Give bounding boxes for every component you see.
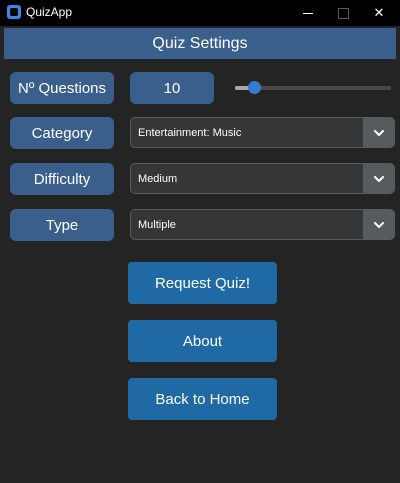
category-dropdown-button[interactable]: [363, 118, 394, 147]
type-dropdown[interactable]: Multiple: [130, 209, 395, 240]
app-icon: [7, 5, 21, 19]
close-icon: ✕: [373, 5, 385, 21]
type-label: Type: [10, 209, 114, 241]
questions-label: Nº Questions: [10, 72, 114, 104]
chevron-down-icon: [373, 175, 384, 182]
difficulty-dropdown-button[interactable]: [363, 164, 394, 193]
questions-count: 10: [130, 72, 214, 104]
category-label: Category: [10, 117, 114, 149]
category-dropdown[interactable]: Entertainment: Music: [130, 117, 395, 148]
type-dropdown-button[interactable]: [363, 210, 394, 239]
page-title: Quiz Settings: [4, 28, 396, 59]
questions-slider[interactable]: [235, 81, 391, 94]
about-button[interactable]: About: [128, 320, 277, 362]
chevron-down-icon: [373, 221, 384, 228]
difficulty-label: Difficulty: [10, 163, 114, 195]
back-to-home-button[interactable]: Back to Home: [128, 378, 277, 420]
difficulty-value: Medium: [138, 172, 178, 185]
maximize-icon: [337, 7, 349, 19]
title-bar: QuizApp ✕: [0, 0, 400, 26]
category-value: Entertainment: Music: [138, 126, 242, 139]
type-value: Multiple: [138, 218, 176, 231]
close-button[interactable]: ✕: [356, 0, 400, 26]
request-quiz-button[interactable]: Request Quiz!: [128, 262, 277, 304]
slider-thumb[interactable]: [247, 81, 261, 94]
chevron-down-icon: [373, 129, 384, 136]
difficulty-dropdown[interactable]: Medium: [130, 163, 395, 194]
window-title: QuizApp: [26, 5, 73, 19]
minimize-icon: [303, 12, 313, 14]
